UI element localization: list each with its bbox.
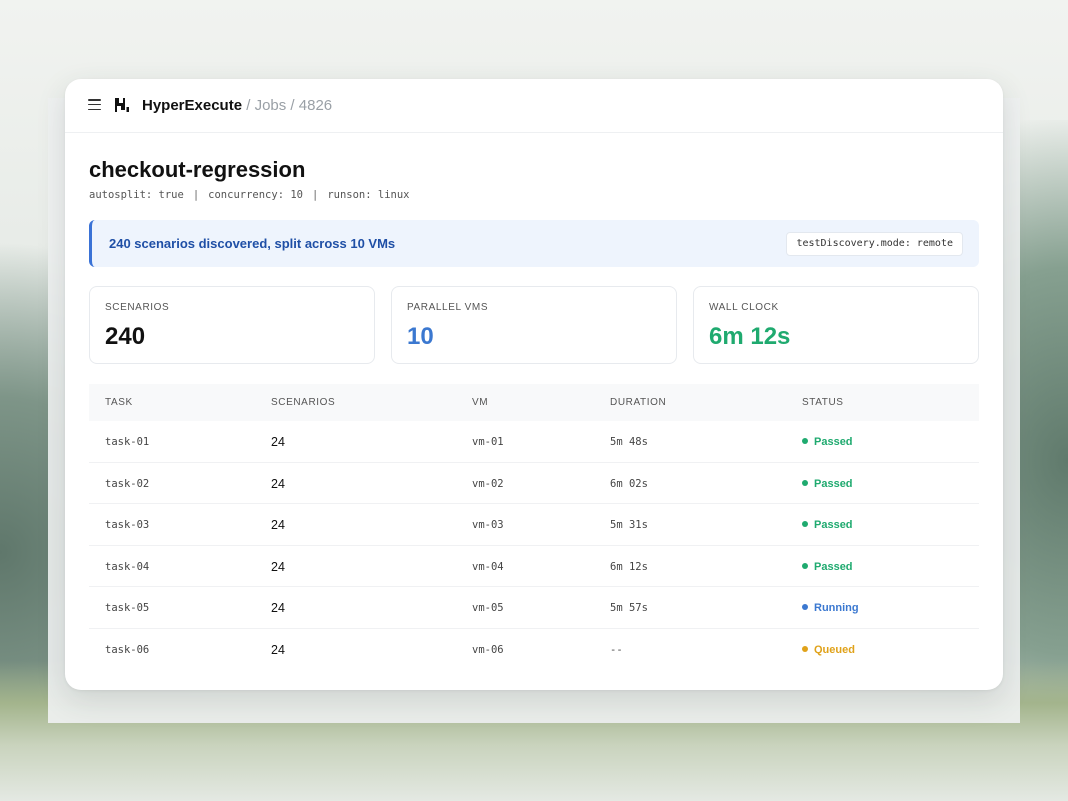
cell-duration: 5m 57s [610,602,648,615]
table-header: TASK SCENARIOS VM DURATION STATUS [89,384,979,421]
status-text: Passed [814,560,853,573]
status-text: Passed [814,519,853,532]
cell-duration: 6m 02s [610,477,648,490]
cell-duration: 5m 48s [610,436,648,448]
stat-label: SCENARIOS [105,302,170,313]
table-row[interactable]: task-05 24 vm-05 5m 57s Running [89,587,979,629]
breadcrumb-job-id: 4826 [298,97,333,114]
status-badge: Passed [802,436,853,448]
menu-icon[interactable] [88,99,101,111]
status-text: Passed [814,436,853,448]
top-bar: HyperExecute / Jobs / 4826 [65,79,1003,133]
cell-scenarios: 24 [271,435,285,449]
table-row[interactable]: task-01 24 vm-01 5m 48s Passed [89,421,979,463]
breadcrumb-separator: / [286,97,299,114]
banner-text: 240 scenarios discovered, split across 1… [109,236,396,251]
status-badge: Passed [802,561,853,573]
header-task[interactable]: TASK [105,397,133,408]
breadcrumb: HyperExecute / Jobs / 4826 [142,97,332,115]
status-dot-icon [802,521,808,528]
table-body: task-01 24 vm-01 5m 48s Passed task-02 24 vm-02… [89,421,979,670]
stat-label: WALL CLOCK [709,302,779,313]
cell-task: task-02 [105,477,150,490]
stat-card-scenarios: SCENARIOS 240 [89,286,375,364]
cell-vm: vm-05 [472,602,504,615]
status-text: Queued [814,643,855,656]
cell-scenarios: 24 [271,642,285,657]
cell-scenarios: 24 [271,476,285,491]
cell-task: task-03 [105,519,150,532]
cell-vm: vm-06 [472,643,504,656]
cell-duration: 6m 12s [610,560,648,573]
discovery-banner: 240 scenarios discovered, split across 1… [89,220,979,267]
table-row[interactable]: task-03 24 vm-03 5m 31s Passed [89,504,979,546]
stat-value: 6m 12s [709,323,791,350]
stat-value: 10 [407,323,434,350]
cell-duration: 5m 31s [610,519,648,532]
meta-separator: | [311,189,319,201]
status-badge: Passed [802,478,853,490]
cell-task: task-04 [105,560,150,573]
header-vm[interactable]: VM [472,397,488,408]
table-row[interactable]: task-06 24 vm-06 -- Queued [89,629,979,670]
meta-concurrency: concurrency: 10 [208,189,303,201]
cell-task: task-05 [105,602,150,615]
status-dot-icon [802,645,808,652]
banner-code-chip: testDiscovery.mode: remote [786,232,963,256]
header-status[interactable]: STATUS [802,397,844,408]
meta-runson: runson: linux [327,189,410,201]
cell-vm: vm-03 [472,519,504,532]
header-duration[interactable]: DURATION [610,397,666,408]
app-name[interactable]: HyperExecute [142,97,242,114]
status-dot-icon [802,604,808,611]
status-text: Running [814,602,859,615]
meta-autosplit: autosplit: true [89,189,184,201]
status-text: Passed [814,477,853,490]
breadcrumb-separator: / [242,97,255,114]
table-row[interactable]: task-02 24 vm-02 6m 02s Passed [89,463,979,505]
page-title: checkout-regression [89,157,306,182]
status-badge: Passed [802,519,853,531]
job-card: HyperExecute / Jobs / 4826 checkout-regr… [65,79,1003,690]
cell-task: task-06 [105,643,150,656]
tasks-table: TASK SCENARIOS VM DURATION STATUS task-0… [89,384,979,670]
status-dot-icon [802,479,808,486]
cell-vm: vm-01 [472,436,504,448]
cell-duration: -- [610,643,623,656]
table-row[interactable]: task-04 24 vm-04 6m 12s Passed [89,546,979,588]
stat-card-parallel-vms: PARALLEL VMS 10 [391,286,677,364]
header-scenarios[interactable]: SCENARIOS [271,397,335,408]
status-badge: Running [802,602,859,614]
cell-vm: vm-02 [472,477,504,490]
status-badge: Queued [802,644,855,656]
cell-scenarios: 24 [271,601,285,616]
status-dot-icon [802,562,808,569]
breadcrumb-jobs[interactable]: Jobs [255,97,287,114]
cell-vm: vm-04 [472,560,504,573]
status-dot-icon [802,438,808,444]
job-meta: autosplit: true | concurrency: 10 | runson: … [89,189,410,201]
cell-scenarios: 24 [271,559,285,574]
stat-label: PARALLEL VMS [407,302,489,313]
cell-task: task-01 [105,436,150,448]
stat-value: 240 [105,323,146,350]
logo-icon [115,98,129,112]
cell-scenarios: 24 [271,518,285,533]
stat-card-wall-clock: WALL CLOCK 6m 12s [693,286,979,364]
meta-separator: | [192,189,200,201]
